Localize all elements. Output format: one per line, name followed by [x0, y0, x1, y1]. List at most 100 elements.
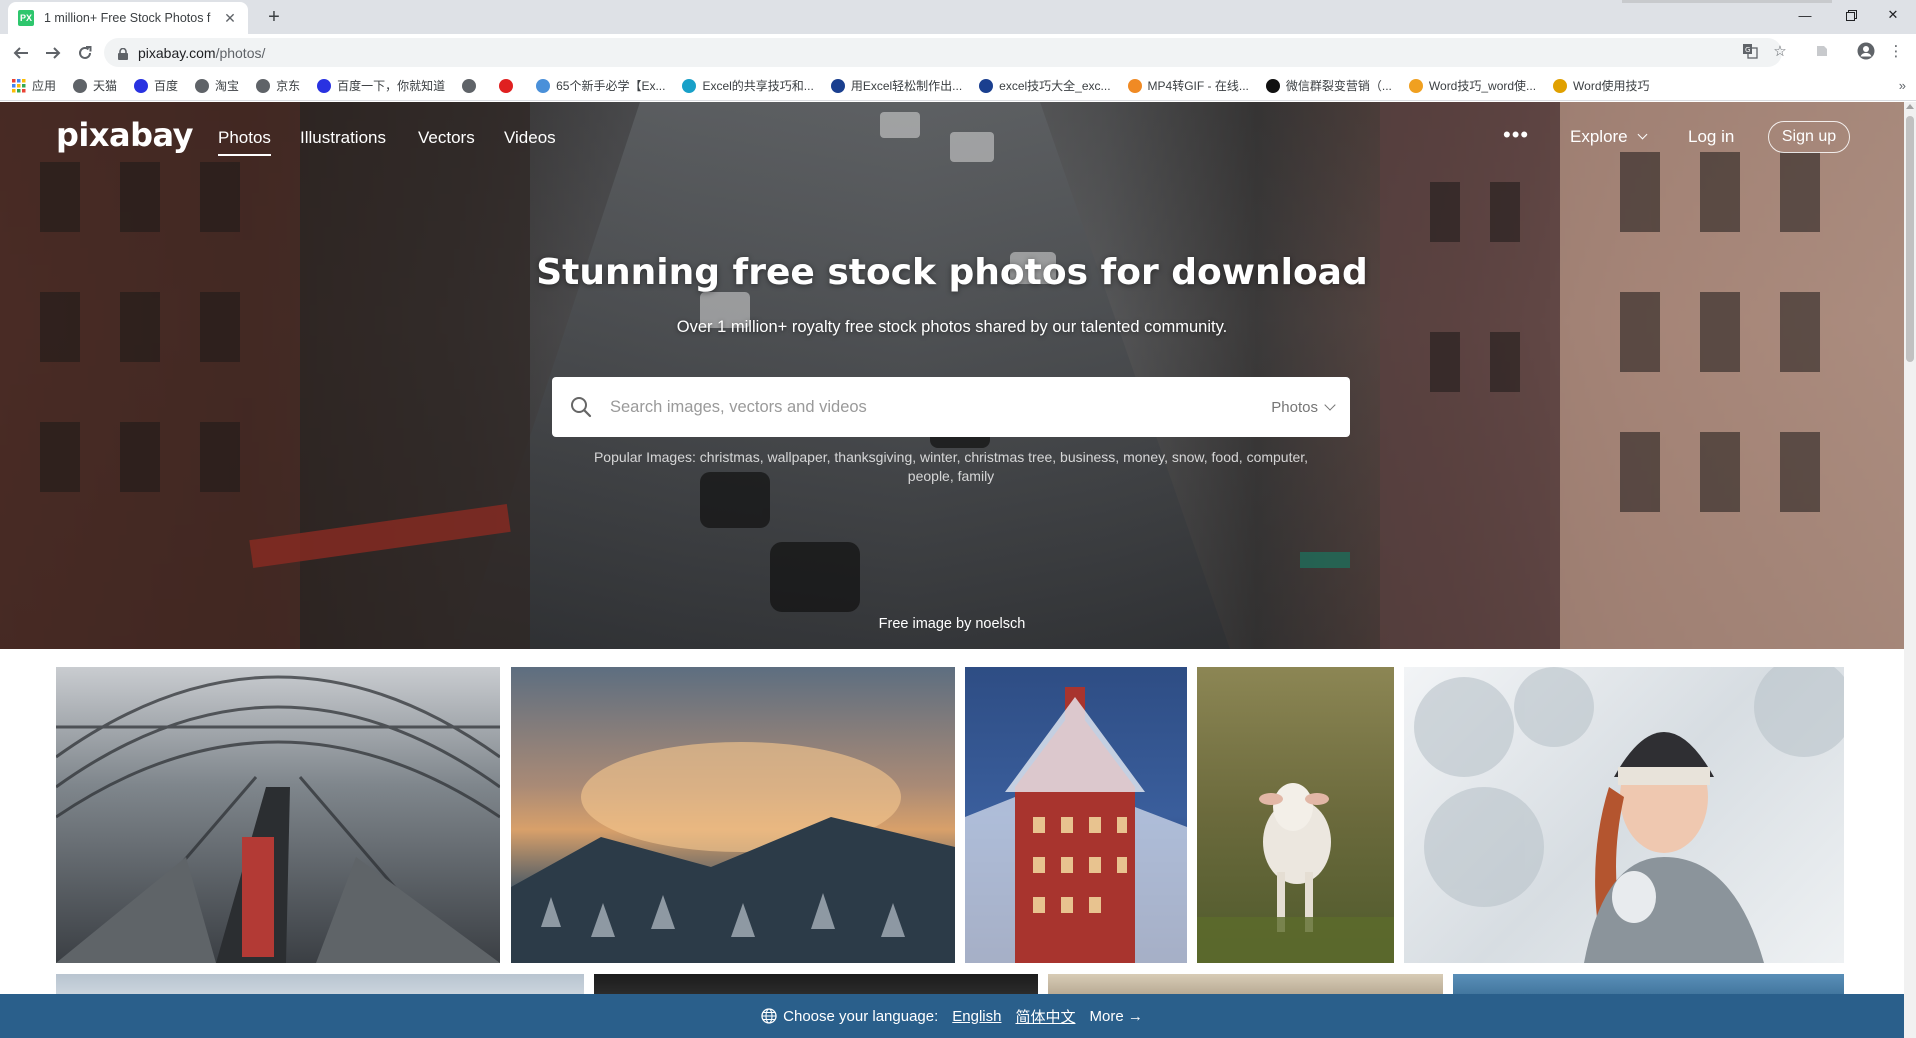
bookmark-item[interactable]: 微信群裂变营销（...: [1265, 77, 1392, 94]
translate-icon[interactable]: G: [1740, 41, 1760, 61]
language-prompt: Choose your language:: [783, 1007, 939, 1025]
hero-subtitle: Over 1 million+ royalty free stock photo…: [676, 318, 1228, 336]
globe-icon: [195, 78, 210, 93]
nav-photos[interactable]: Photos: [218, 128, 271, 156]
popular-terms[interactable]: christmas, wallpaper, thanksgiving, wint…: [700, 449, 1308, 484]
restore-window-icon[interactable]: [1828, 0, 1874, 30]
url-bar[interactable]: pixabay.com/photos/: [104, 38, 1782, 67]
bookmark-label: 百度一下，你就知道: [337, 79, 446, 93]
language-english[interactable]: English: [952, 1008, 1001, 1025]
bookmark-item[interactable]: [462, 78, 482, 93]
close-window-icon[interactable]: ✕: [1870, 0, 1916, 30]
bookmark-item[interactable]: 百度一下，你就知道: [317, 77, 445, 94]
hero-banner: pixabay Photos Illustrations Vectors Vid…: [0, 102, 1904, 649]
popular-searches: Popular Images: christmas, wallpaper, th…: [570, 448, 1332, 486]
scrollbar-thumb[interactable]: [1906, 116, 1914, 362]
tab-title: 1 million+ Free Stock Photos f: [44, 11, 211, 25]
hero-title: Stunning free stock photos for download: [536, 252, 1368, 293]
m-black-icon: [1265, 78, 1280, 93]
bookmark-label: 天猫: [93, 79, 118, 93]
bookmark-item[interactable]: Word技巧_word使...: [1408, 77, 1537, 94]
misty-forest-photo[interactable]: [511, 667, 955, 963]
bookmark-label: 应用: [32, 79, 57, 93]
globe-icon: [73, 78, 88, 93]
winter-woman-photo[interactable]: [1404, 667, 1844, 963]
bookmark-item[interactable]: Word使用技巧: [1553, 77, 1650, 94]
image-credit[interactable]: Free image by noelsch: [0, 616, 1904, 632]
chevron-down-icon: [1324, 398, 1336, 411]
lock-icon[interactable]: [118, 47, 128, 60]
apps-grid-icon: [12, 78, 26, 93]
e-circle-icon: [682, 78, 697, 93]
search-icon[interactable]: [552, 377, 610, 437]
bookmark-label: excel技巧大全_exc...: [999, 79, 1111, 93]
bookmark-item[interactable]: Excel的共享技巧和...: [682, 77, 814, 94]
url-path: /photos/: [215, 44, 266, 61]
url-host: pixabay.com: [138, 44, 216, 61]
bookmark-item[interactable]: MP4转GIF - 在线...: [1127, 77, 1249, 94]
bookmark-item[interactable]: 65个新手必学【Ex...: [536, 77, 665, 94]
browser-tab[interactable]: PX 1 million+ Free Stock Photos f ✕: [8, 2, 248, 34]
popular-label: Popular Images:: [593, 449, 696, 465]
tab-close-icon[interactable]: ✕: [222, 10, 238, 27]
new-tab-icon[interactable]: +: [262, 5, 286, 29]
minimize-icon[interactable]: —: [1782, 0, 1828, 30]
scroll-up-icon[interactable]: [1906, 104, 1914, 109]
bookmark-item[interactable]: 用Excel轻松制作出...: [830, 77, 962, 94]
bookmark-label: 65个新手必学【Ex...: [556, 79, 666, 93]
language-simplified-chinese[interactable]: 简体中文: [1015, 1006, 1075, 1027]
nav-illustrations[interactable]: Illustrations: [300, 128, 386, 148]
bookmark-item[interactable]: 京东: [256, 77, 300, 94]
search-type-label: Photos: [1271, 398, 1318, 416]
reload-icon[interactable]: [73, 41, 97, 65]
globe-icon: [462, 78, 477, 93]
globe-icon: [256, 78, 271, 93]
bookmarks-overflow-icon[interactable]: »: [1899, 78, 1906, 93]
bookmark-label: 京东: [276, 79, 301, 93]
address-toolbar: pixabay.com/photos/ G ☆ ⋮: [0, 34, 1916, 71]
bookmark-label: 微信群裂变营销（...: [1285, 79, 1392, 93]
bookmark-item[interactable]: 应用: [12, 77, 56, 94]
login-link[interactable]: Log in: [1688, 127, 1734, 147]
bookmark-item[interactable]: 百度: [134, 77, 178, 94]
nav-vectors[interactable]: Vectors: [418, 128, 475, 148]
browser-menu-icon[interactable]: ⋮: [1886, 41, 1906, 61]
profile-avatar-icon[interactable]: [1856, 41, 1876, 61]
nav-videos[interactable]: Videos: [504, 128, 556, 148]
explore-menu[interactable]: Explore: [1570, 127, 1648, 147]
language-bar: Choose your language: English 简体中文 More …: [0, 994, 1904, 1038]
bookmark-item[interactable]: excel技巧大全_exc...: [979, 77, 1111, 94]
forward-icon[interactable]: [41, 41, 65, 65]
lamb-photo[interactable]: [1197, 667, 1394, 963]
bookmark-item[interactable]: 天猫: [73, 77, 117, 94]
search-input[interactable]: [610, 378, 1256, 436]
extension-icon[interactable]: [1812, 41, 1832, 61]
bookmark-label: Excel的共享技巧和...: [702, 79, 814, 93]
pixabay-favicon-icon: PX: [18, 10, 34, 26]
bookmark-item[interactable]: [499, 78, 519, 93]
train-station-photo[interactable]: [56, 667, 500, 963]
bookmark-label: MP4转GIF - 在线...: [1147, 79, 1249, 93]
winter-town-hall-photo[interactable]: [965, 667, 1187, 963]
language-more-link[interactable]: More →: [1090, 1008, 1143, 1025]
more-menu-icon[interactable]: •••: [1503, 122, 1529, 148]
bookmark-star-icon[interactable]: ☆: [1770, 41, 1790, 61]
hero-background-photo: [0, 102, 1904, 649]
shield-blue-icon: [979, 78, 994, 93]
page-scrollbar[interactable]: [1904, 102, 1916, 1038]
bookmark-label: Word技巧_word使...: [1428, 79, 1537, 93]
explore-label: Explore: [1570, 127, 1628, 146]
signup-button[interactable]: Sign up: [1768, 121, 1850, 153]
bookmark-item[interactable]: 淘宝: [195, 77, 239, 94]
svg-text:G: G: [1745, 46, 1750, 54]
search-type-dropdown[interactable]: Photos: [1255, 378, 1350, 436]
stack-orange-icon: [1127, 78, 1142, 93]
site-header: pixabay Photos Illustrations Vectors Vid…: [0, 102, 1904, 172]
doc-icon: [536, 78, 551, 93]
pixabay-page: pixabay Photos Illustrations Vectors Vid…: [0, 102, 1904, 1038]
browser-tab-strip: PX 1 million+ Free Stock Photos f ✕ + — …: [0, 0, 1916, 34]
chevron-down-icon: [1637, 129, 1648, 140]
baidu-paw-icon: [134, 78, 149, 93]
pixabay-logo[interactable]: pixabay: [56, 116, 193, 154]
back-icon[interactable]: [9, 41, 33, 65]
